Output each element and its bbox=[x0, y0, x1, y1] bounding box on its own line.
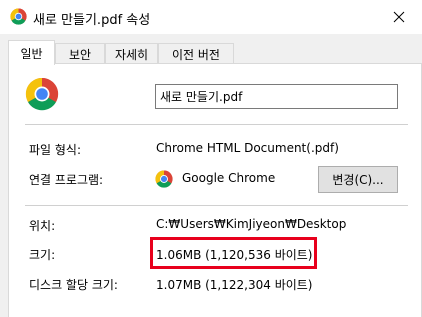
file-type-label: 파일 형식: bbox=[29, 143, 82, 157]
close-icon bbox=[393, 11, 405, 23]
close-button[interactable] bbox=[376, 0, 422, 34]
tab-details[interactable]: 자세히 bbox=[105, 43, 158, 64]
chrome-icon bbox=[25, 77, 59, 111]
location-label: 위치: bbox=[29, 219, 56, 233]
title-bar[interactable]: 새로 만들기.pdf 속성 bbox=[0, 0, 422, 34]
chrome-icon bbox=[155, 170, 173, 188]
size-on-disk-value: 1.07MB (1,122,304 바이트) bbox=[156, 278, 313, 292]
opens-with-value: Google Chrome bbox=[182, 171, 276, 185]
general-tab-panel: 파일 형식: Chrome HTML Document(.pdf) 연결 프로그… bbox=[8, 63, 422, 317]
size-label: 크기: bbox=[29, 248, 56, 262]
tab-general[interactable]: 일반 bbox=[8, 40, 55, 65]
chrome-icon bbox=[10, 8, 27, 25]
change-button[interactable]: 변경(C)... bbox=[318, 166, 398, 193]
file-type-value: Chrome HTML Document(.pdf) bbox=[156, 141, 339, 155]
location-value: C:₩Users₩KimJiyeon₩Desktop bbox=[156, 217, 347, 231]
properties-window: 새로 만들기.pdf 속성 일반 보안 자세히 이전 버전 파일 형식: Chr… bbox=[0, 0, 422, 317]
file-name-input[interactable] bbox=[155, 84, 398, 109]
highlight-box bbox=[150, 237, 317, 269]
tab-previous-versions[interactable]: 이전 버전 bbox=[158, 43, 234, 64]
divider bbox=[25, 205, 408, 206]
window-title: 새로 만들기.pdf 속성 bbox=[33, 13, 151, 28]
size-on-disk-label: 디스크 할당 크기: bbox=[29, 278, 118, 292]
tab-security[interactable]: 보안 bbox=[55, 43, 105, 64]
divider bbox=[25, 124, 408, 125]
opens-with-label: 연결 프로그램: bbox=[29, 173, 104, 187]
